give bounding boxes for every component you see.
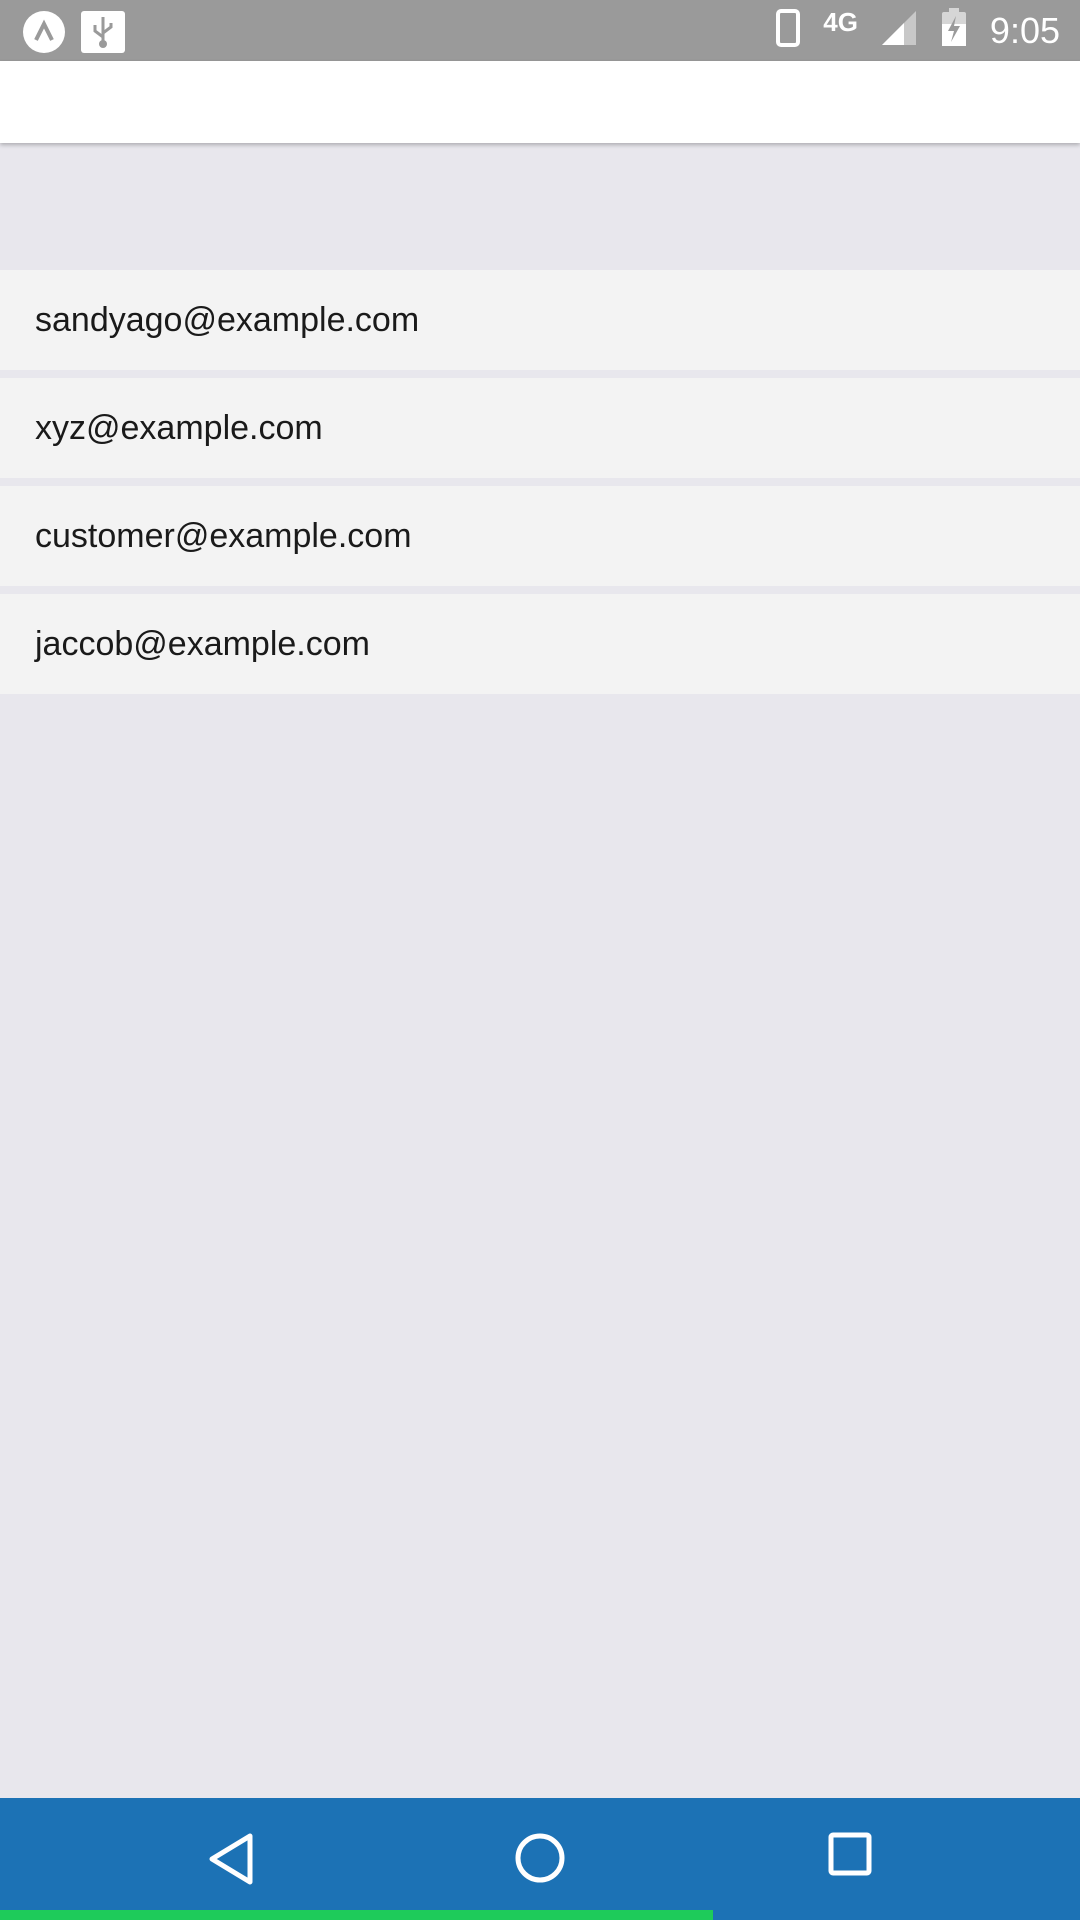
list-item-email: xyz@example.com [35,408,323,447]
list-item[interactable]: jaccob@example.com [0,594,1080,694]
back-icon[interactable] [206,1832,256,1891]
app-logo-icon [23,11,65,53]
navigation-bar [0,1798,1080,1920]
status-bar: 4G 9:05 [0,0,1080,61]
list-item[interactable]: sandyago@example.com [0,270,1080,370]
usb-icon [81,11,125,53]
status-time: 9:05 [989,9,1060,51]
list-item-email: jaccob@example.com [35,624,370,663]
list-item[interactable]: xyz@example.com [0,378,1080,478]
list-item-email: sandyago@example.com [35,300,420,339]
loading-progress-bar [0,1910,713,1920]
app-bar [0,61,1080,143]
recents-icon[interactable] [828,1832,872,1881]
signal-icon [880,9,918,52]
email-list: sandyago@example.com xyz@example.com cus… [0,270,1080,702]
list-item-email: customer@example.com [35,516,412,555]
list-item[interactable]: customer@example.com [0,486,1080,586]
phone-icon [775,8,801,53]
battery-charging-icon [940,8,968,53]
home-icon[interactable] [514,1832,566,1889]
network-type: 4G [823,7,858,37]
